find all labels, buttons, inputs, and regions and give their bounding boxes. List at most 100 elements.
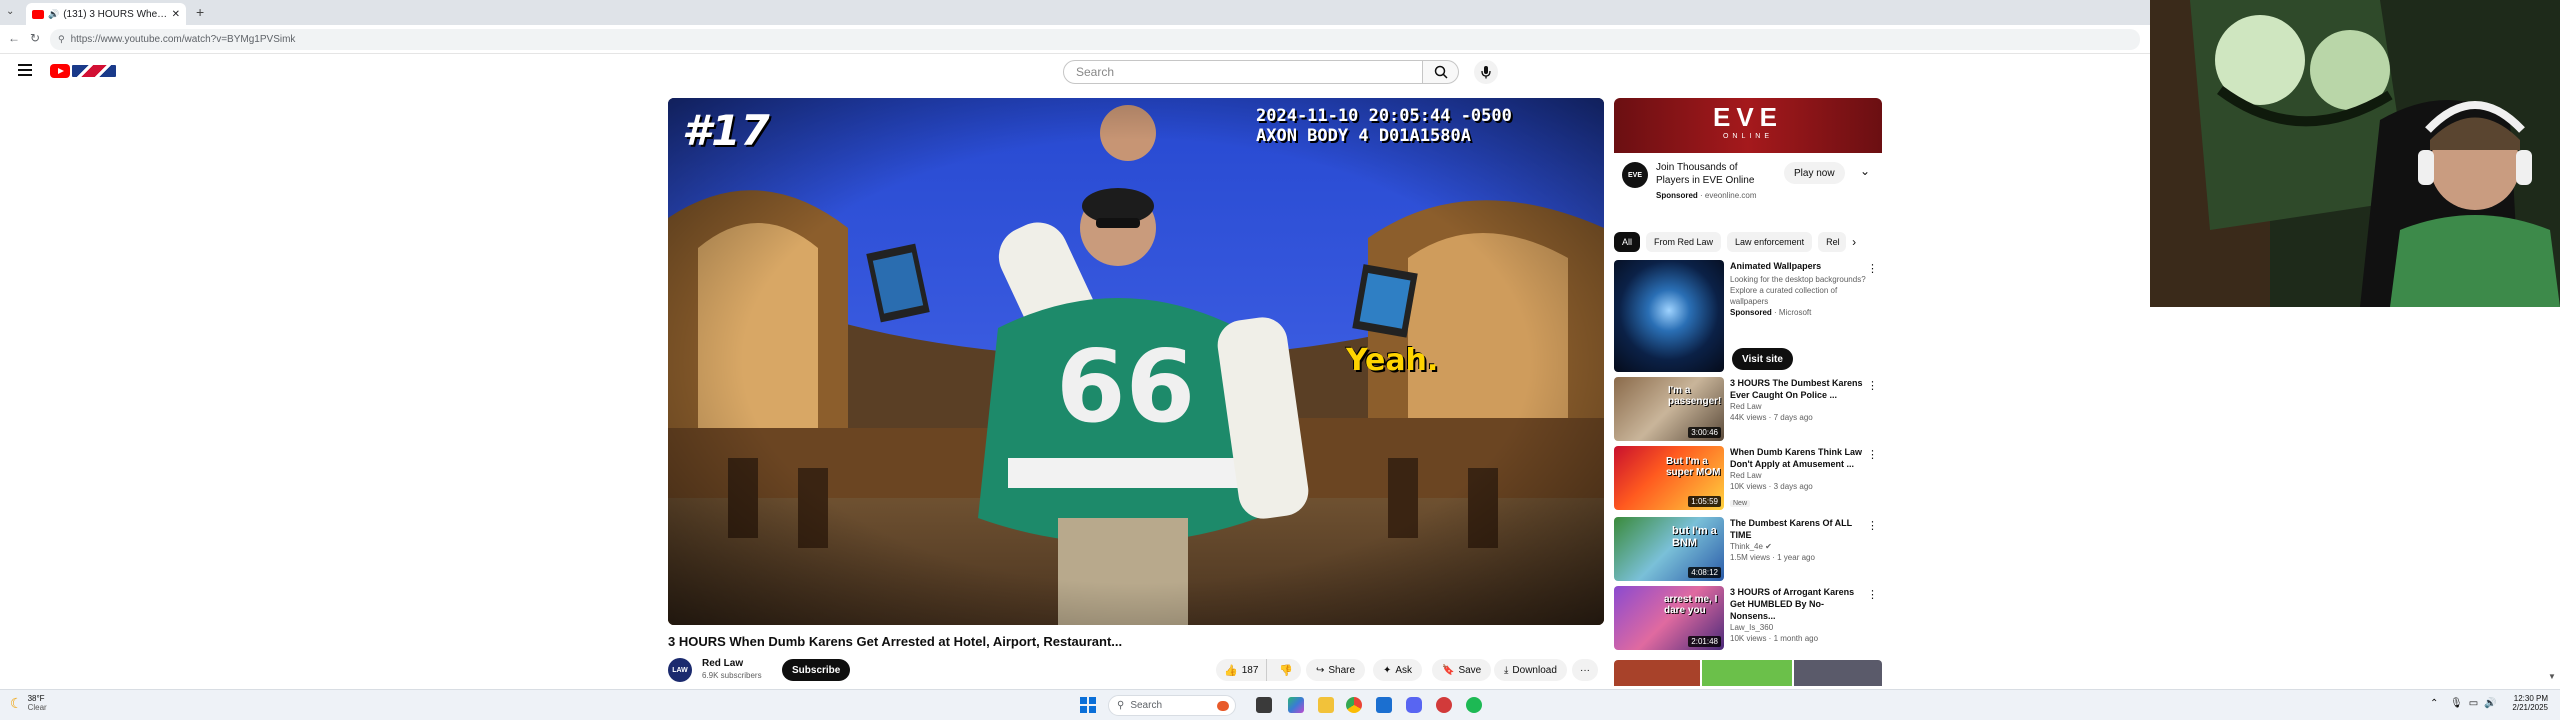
chip-all[interactable]: All [1614, 232, 1641, 252]
chip-law-enforcement[interactable]: Law enforcement [1727, 232, 1813, 252]
search-placeholder: Search [1076, 65, 1115, 79]
rec-title[interactable]: When Dumb Karens Think Law Don't Apply a… [1730, 446, 1866, 470]
ad-banner[interactable]: EVE ONLINE [1614, 98, 1882, 153]
chrome-icon[interactable] [1346, 697, 1362, 713]
speaker-icon[interactable]: 🔊 [48, 9, 59, 20]
more-vert-icon[interactable]: ⋮ [1867, 519, 1878, 532]
youtube-play-logo-icon [50, 64, 70, 78]
video-player[interactable]: #17 2024-11-10 20:05:44 -0500 AXON BODY … [668, 98, 1604, 625]
tray-chevron-icon[interactable]: ⌃ [2430, 698, 2438, 709]
browser-tab-strip: ⌄ 🔊 (131) 3 HOURS When Dumb K... ✕ + [0, 0, 2150, 25]
new-badge: New [1730, 500, 1751, 507]
tab-close-icon[interactable]: ✕ [172, 9, 180, 20]
ask-button[interactable]: ✦ Ask [1373, 659, 1423, 681]
tray-icons[interactable]: 🎙▭🔊 [2450, 698, 2503, 709]
rec-thumbnail-partial[interactable] [1614, 660, 1882, 686]
rec-channel[interactable]: Red Law [1730, 470, 1866, 481]
rec-title[interactable]: 3 HOURS of Arrogant Karens Get HUMBLED B… [1730, 586, 1866, 622]
chevron-down-icon[interactable]: ⌄ [1860, 164, 1870, 178]
like-dislike-group: 👍 187 👎 [1216, 659, 1302, 681]
tab-list-button[interactable]: ⌄ [6, 6, 20, 20]
thumbs-up-icon: 👍 [1224, 664, 1238, 677]
bodycam-device-id: AXON BODY 4 D01A1580A [1256, 126, 1471, 146]
app-icon[interactable] [1436, 697, 1452, 713]
back-arrow-icon[interactable]: ← [8, 31, 20, 45]
more-vert-icon[interactable]: ⋮ [1867, 379, 1878, 392]
weather-widget[interactable]: ☾ 38°F Clear [10, 694, 47, 712]
share-button[interactable]: ↪ Share [1306, 659, 1366, 681]
channel-avatar[interactable]: LAW [668, 658, 692, 682]
channel-name[interactable]: Red Law [702, 658, 743, 669]
dislike-button[interactable]: 👎 [1271, 659, 1301, 681]
overlay-number: #17 [682, 106, 770, 155]
rec-thumbnail[interactable]: I'm a passenger! 3:00:46 [1614, 377, 1724, 441]
browser-tab-active[interactable]: 🔊 (131) 3 HOURS When Dumb K... ✕ [26, 3, 186, 25]
task-view-icon[interactable] [1256, 697, 1272, 713]
rec-sponsored: Sponsored [1730, 308, 1772, 317]
file-explorer-icon[interactable] [1318, 697, 1334, 713]
rec-thumbnail[interactable]: arrest me, I dare you 2:01:48 [1614, 586, 1724, 650]
store-icon[interactable] [1376, 697, 1392, 713]
clock[interactable]: 12:30 PM 2/21/2025 [2500, 694, 2548, 712]
ad-banner-sub: ONLINE [1722, 133, 1774, 140]
like-button[interactable]: 👍 187 [1216, 659, 1268, 681]
rec-title[interactable]: The Dumbest Karens Of ALL TIME [1730, 517, 1866, 541]
discord-icon[interactable] [1406, 697, 1422, 713]
search-button[interactable] [1423, 60, 1459, 84]
verified-icon: ✔ [1765, 542, 1772, 551]
rec-title[interactable]: 3 HOURS The Dumbest Karens Ever Caught O… [1730, 377, 1866, 401]
rec-channel[interactable]: Law_Is_360 [1730, 622, 1866, 633]
scrollbar-arrow-icon[interactable]: ▼ [2548, 672, 2556, 681]
address-bar[interactable]: ⚲ https://www.youtube.com/watch?v=BYMg1P… [50, 29, 2140, 50]
share-icon: ↪ [1316, 664, 1325, 676]
chip-from-red-law[interactable]: From Red Law [1646, 232, 1722, 252]
rec-thumbnail[interactable]: But I'm a super MOM 1:05:59 [1614, 446, 1724, 510]
ad-card[interactable]: EVE ONLINE EVE Join Thousands of Players… [1614, 98, 1882, 213]
search-input[interactable]: Search [1063, 60, 1423, 84]
subscribe-button[interactable]: Subscribe [782, 659, 851, 681]
visit-site-label: Visit site [1742, 353, 1783, 365]
thumb-caption: But I'm a super MOM [1666, 456, 1721, 478]
ad-sponsored-label: Sponsored [1656, 191, 1698, 200]
spotify-icon[interactable] [1466, 697, 1482, 713]
ask-label: Ask [1395, 664, 1413, 676]
moon-weather-icon: ☾ [10, 694, 23, 711]
rec-channel[interactable]: Think_4e [1730, 542, 1763, 551]
thumb-caption: but I'm a BNM [1672, 525, 1717, 549]
more-vert-icon[interactable]: ⋮ [1867, 262, 1878, 275]
wallpaper-thumbnail[interactable] [1614, 260, 1724, 372]
rec-item[interactable]: I'm a passenger! 3:00:46 3 HOURS The Dum… [1614, 377, 1882, 443]
rec-item[interactable]: but I'm a BNM 4:08:12 The Dumbest Karens… [1614, 517, 1882, 583]
copilot-icon[interactable] [1288, 697, 1304, 713]
new-tab-button[interactable]: + [196, 4, 204, 20]
rec-channel[interactable]: Red Law [1730, 401, 1866, 412]
youtube-logo[interactable] [50, 63, 120, 81]
ad-play-now-button[interactable]: Play now [1784, 162, 1845, 184]
rec-duration: 2:01:48 [1688, 636, 1721, 647]
taskbar-search[interactable]: ⚲ Search [1108, 695, 1236, 716]
tab-title: (131) 3 HOURS When Dumb K... [63, 8, 167, 20]
rec-thumbnail[interactable]: but I'm a BNM 4:08:12 [1614, 517, 1724, 581]
chevron-right-icon[interactable]: › [1852, 232, 1856, 252]
search-icon: ⚲ [1117, 700, 1125, 711]
save-button[interactable]: 🔖 Save [1432, 659, 1492, 681]
download-button[interactable]: ⤓ Download [1494, 659, 1567, 681]
rec-duration: 4:08:12 [1688, 567, 1721, 578]
windows-start-icon[interactable] [1080, 697, 1096, 713]
youtube-favicon-icon [32, 9, 44, 19]
chip-related[interactable]: Rel [1818, 232, 1847, 252]
ad-avatar: EVE [1622, 162, 1648, 188]
rec-title[interactable]: Animated Wallpapers [1730, 260, 1866, 272]
site-info-icon[interactable]: ⚲ [58, 34, 65, 45]
visit-site-button[interactable]: Visit site [1732, 348, 1793, 370]
reload-icon[interactable]: ↻ [30, 31, 40, 45]
rec-item[interactable]: But I'm a super MOM 1:05:59 When Dumb Ka… [1614, 446, 1882, 512]
voice-search-button[interactable] [1474, 60, 1498, 84]
sponsored-item[interactable]: Animated Wallpapers Looking for the desk… [1614, 260, 1882, 372]
rec-item[interactable]: arrest me, I dare you 2:01:48 3 HOURS of… [1614, 586, 1882, 652]
more-vert-icon[interactable]: ⋮ [1867, 588, 1878, 601]
channel-action-row: LAW Red Law 6.9K subscribers Subscribe 👍… [668, 656, 1604, 686]
hamburger-menu-icon[interactable] [18, 64, 32, 76]
more-vert-icon[interactable]: ⋮ [1867, 448, 1878, 461]
more-actions-button[interactable]: ··· [1572, 659, 1598, 681]
